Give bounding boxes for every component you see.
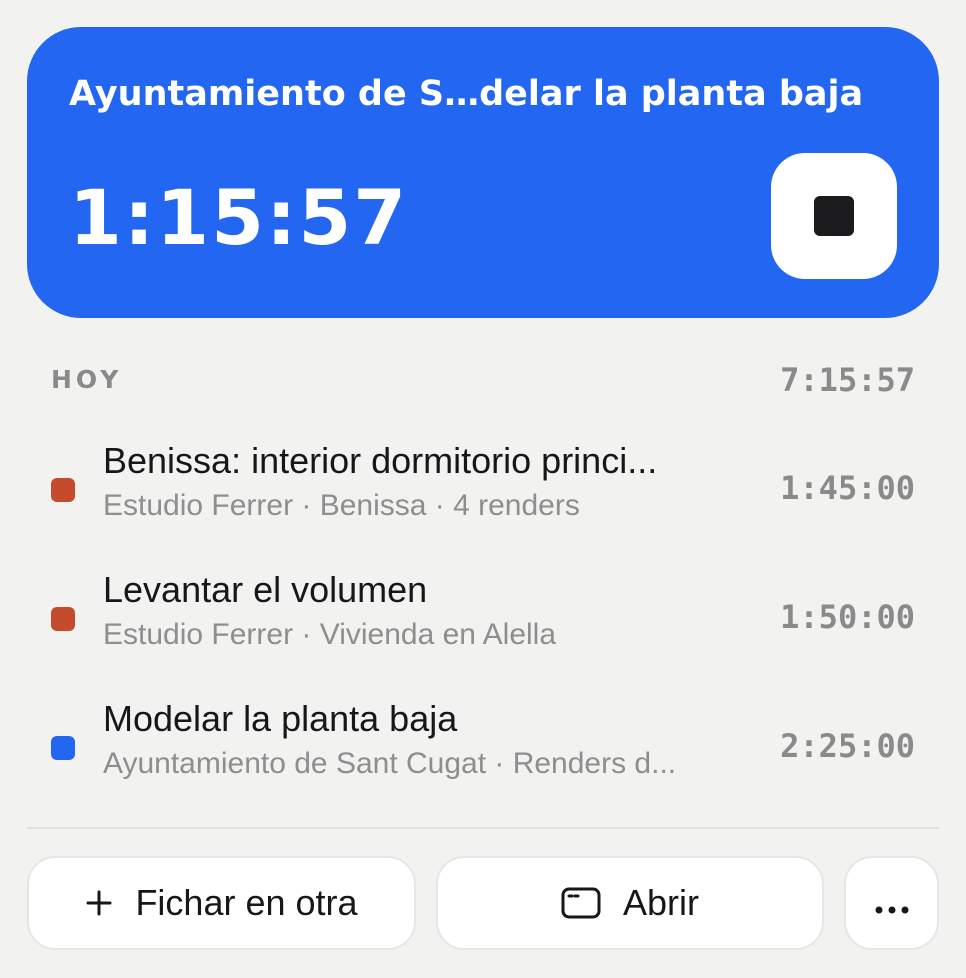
clock-in-other-label: Fichar en otra bbox=[135, 882, 358, 923]
entry-subtitle: Estudio Ferrer · Vivienda en Alella bbox=[103, 618, 557, 651]
entry-subtitle: Ayuntamiento de Sant Cugat · Renders d..… bbox=[103, 747, 677, 780]
project-color-dot bbox=[51, 736, 75, 760]
window-icon bbox=[561, 887, 601, 919]
today-label: HOY bbox=[51, 365, 123, 394]
entry-duration: 1:45:00 bbox=[780, 469, 915, 507]
time-entry[interactable]: Benissa: interior dormitorio princi... E… bbox=[51, 438, 915, 548]
stop-icon bbox=[814, 196, 854, 236]
more-horizontal-icon bbox=[874, 882, 910, 924]
active-timer-title: Ayuntamiento de S…delar la planta baja bbox=[69, 74, 864, 114]
today-section-header: HOY 7:15:57 bbox=[51, 360, 915, 400]
project-color-dot bbox=[51, 478, 75, 502]
entry-title: Benissa: interior dormitorio princi... bbox=[103, 440, 658, 481]
clock-in-other-button[interactable]: Fichar en otra bbox=[27, 856, 416, 950]
active-timer-card: Ayuntamiento de S…delar la planta baja 1… bbox=[27, 27, 939, 318]
entry-title: Modelar la planta baja bbox=[103, 698, 458, 739]
time-entry[interactable]: Modelar la planta baja Ayuntamiento de S… bbox=[51, 696, 915, 806]
entry-duration: 2:25:00 bbox=[780, 727, 915, 765]
open-app-button[interactable]: Abrir bbox=[436, 856, 824, 950]
entry-duration: 1:50:00 bbox=[780, 598, 915, 636]
open-app-label: Abrir bbox=[622, 882, 699, 923]
divider bbox=[27, 827, 939, 829]
stop-timer-button[interactable] bbox=[771, 153, 897, 279]
active-timer-elapsed: 1:15:57 bbox=[69, 173, 409, 262]
today-total: 7:15:57 bbox=[780, 361, 915, 399]
time-entry[interactable]: Levantar el volumen Estudio Ferrer · Viv… bbox=[51, 567, 915, 677]
project-color-dot bbox=[51, 607, 75, 631]
more-options-button[interactable] bbox=[844, 856, 939, 950]
plus-icon bbox=[85, 889, 113, 917]
entry-title: Levantar el volumen bbox=[103, 569, 428, 610]
entry-subtitle: Estudio Ferrer · Benissa · 4 renders bbox=[103, 489, 580, 522]
